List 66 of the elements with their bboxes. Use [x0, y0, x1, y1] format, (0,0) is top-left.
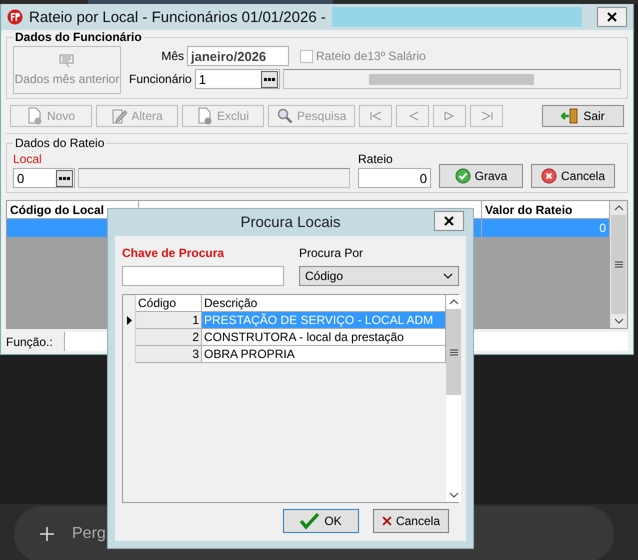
scroll-up-icon [448, 299, 458, 305]
search-icon [277, 108, 293, 124]
row-pointer-icon [126, 316, 132, 325]
check-icon [454, 168, 471, 184]
ellipsis-icon [264, 78, 275, 80]
grid-row[interactable]: 3 OBRA PROPRIA [123, 346, 446, 363]
table-cell: CONSTRUTORA - local da prestação [202, 329, 446, 346]
checkmark-icon [300, 512, 320, 530]
scroll-up-icon [614, 205, 624, 211]
first-record-icon [370, 111, 382, 121]
group-title: Dados do Funcionário [14, 30, 143, 44]
column-header: Código [136, 295, 202, 312]
ellipsis-button[interactable] [260, 70, 278, 88]
scrollbar[interactable] [446, 295, 461, 502]
table-cell: 2 [136, 329, 202, 346]
rateio-label: Rateio [358, 152, 394, 166]
close-icon [607, 12, 617, 22]
cancel-icon [540, 168, 557, 184]
dialog-title: Procura Locais [240, 214, 341, 231]
close-icon [444, 216, 454, 226]
toolbar-button[interactable]: Sair [542, 105, 624, 127]
search-by-label: Procura Por [299, 246, 364, 260]
monitor-icon [58, 54, 76, 68]
local-label: Local [13, 152, 43, 166]
grip-icon [450, 348, 458, 356]
cancel-button[interactable]: Cancela [373, 509, 449, 533]
local-field[interactable]: 0 [13, 168, 75, 188]
close-button[interactable] [434, 211, 464, 231]
exit-door-icon [561, 108, 580, 124]
ellipsis-icon [59, 176, 70, 180]
search-key-field[interactable] [122, 266, 284, 286]
month-field[interactable]: janeiro/2026 [187, 46, 289, 66]
grid-row[interactable]: 1 PRESTAÇÃO DE SERVIÇO - LOCAL ADM [123, 312, 446, 329]
search-key-label: Chave de Procura [122, 246, 226, 260]
plus-icon [40, 527, 54, 541]
employee-field[interactable]: 1 [194, 69, 280, 89]
table-cell: 1 [136, 312, 202, 329]
group-title: Dados do Rateio [14, 136, 106, 150]
scroll-down-icon [614, 318, 624, 324]
app-logo-icon [7, 9, 23, 25]
ellipsis-button[interactable] [56, 170, 73, 186]
previous-icon [406, 111, 419, 121]
column-header: Descrição [202, 295, 446, 312]
rateio-field[interactable]: 0 [358, 168, 431, 188]
grid-row[interactable]: 2 CONSTRUTORA - local da prestação [123, 329, 446, 346]
save-button[interactable]: Grava [439, 164, 523, 188]
window-title: Rateio por Local - Funcionários 01/01/2026 - [29, 8, 326, 26]
checkbox-label: Rateio de13º Salário [316, 49, 426, 63]
cancel-button[interactable]: Cancela [531, 164, 615, 188]
delete-document-icon [196, 107, 213, 125]
function-label: Função.: [6, 334, 54, 348]
search-by-dropdown[interactable]: Código [299, 266, 459, 286]
next-icon [444, 111, 456, 121]
table-cell: PRESTAÇÃO DE SERVIÇO - LOCAL ADM [202, 312, 446, 329]
close-button[interactable] [597, 7, 627, 27]
table-cell: OBRA PROPRIA [202, 346, 446, 363]
scroll-down-icon [448, 492, 458, 498]
month-label: Mês [160, 49, 184, 63]
last-record-icon [480, 111, 493, 121]
pencil-document-icon [111, 107, 128, 125]
grip-icon [614, 261, 622, 268]
employee-label: Funcionário [129, 72, 192, 86]
ok-button[interactable]: OK [283, 509, 359, 533]
scrollbar[interactable] [610, 201, 627, 328]
new-document-icon [26, 107, 43, 125]
table-cell: 3 [136, 346, 202, 363]
